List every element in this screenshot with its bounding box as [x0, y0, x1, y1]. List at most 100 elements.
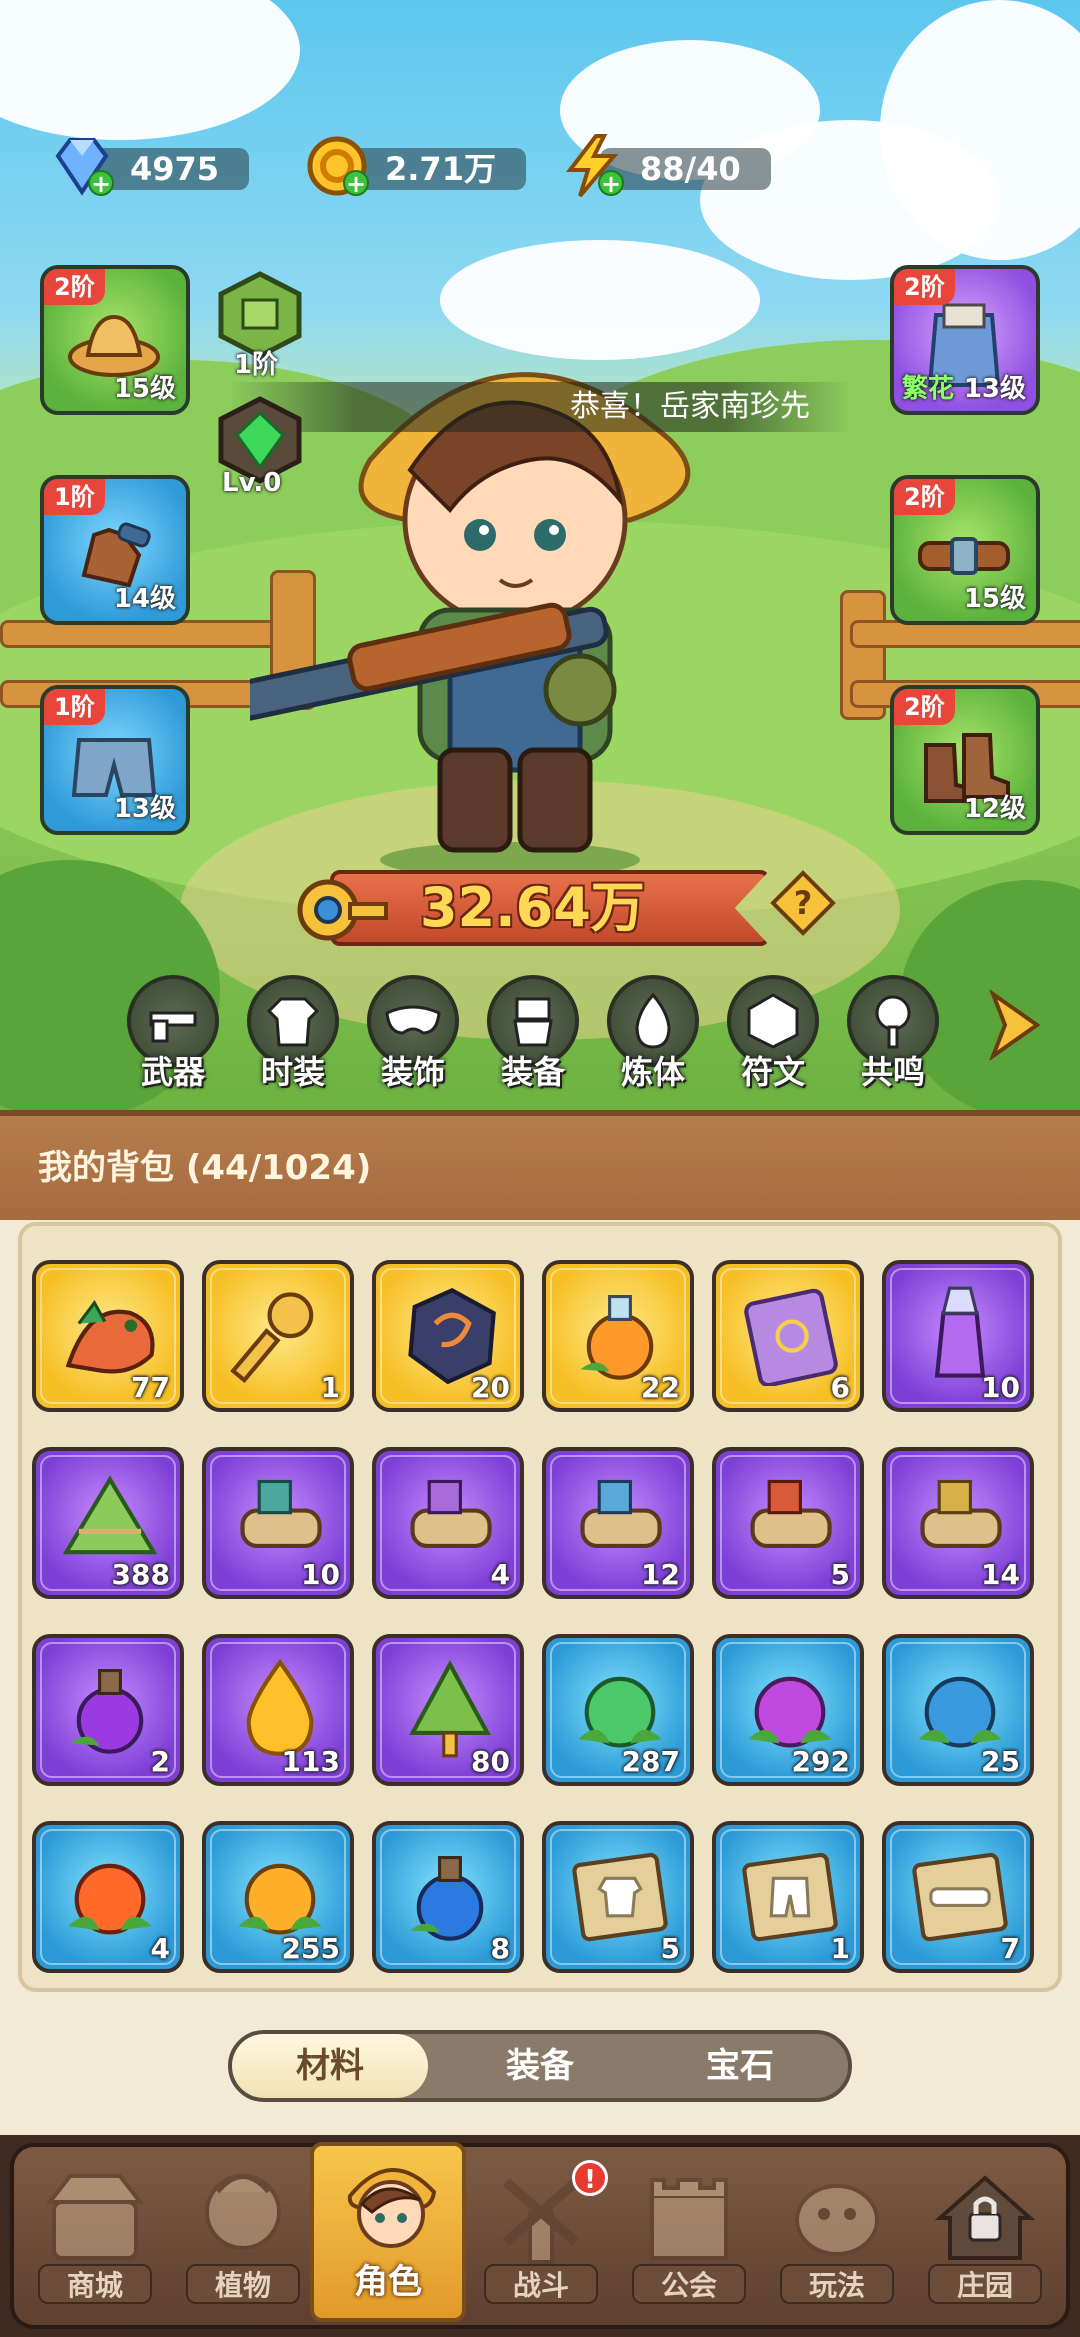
tab-gems[interactable]: 宝石: [642, 2034, 838, 2098]
bag-item[interactable]: 255: [202, 1821, 354, 1973]
nav-label: 玩法: [780, 2264, 894, 2304]
monster-icon: [795, 2184, 879, 2256]
bag-item[interactable]: 113: [202, 1634, 354, 1786]
red-scroll-icon: [750, 1479, 832, 1549]
hat-slot[interactable]: 2阶 15级: [40, 265, 190, 415]
item-count: 5: [830, 1558, 850, 1591]
bag-item[interactable]: 22: [542, 1260, 694, 1412]
tier-badge: 2阶: [894, 269, 955, 305]
locked-manor-icon: [934, 2175, 1036, 2260]
character-avatar-icon: [347, 2168, 437, 2248]
bag-item[interactable]: 10: [202, 1447, 354, 1599]
bag-item[interactable]: 1: [712, 1821, 864, 1973]
bag-item[interactable]: 8: [372, 1821, 524, 1973]
rank-label: 1阶: [234, 350, 279, 380]
item-count: 7: [1000, 1932, 1020, 1965]
plus-icon[interactable]: +: [88, 170, 114, 196]
bag-item[interactable]: 14: [882, 1447, 1034, 1599]
nav-gameplay[interactable]: 玩法: [764, 2150, 910, 2320]
energy-amount: 88/40: [600, 148, 771, 190]
nav-label: 商城: [38, 2264, 152, 2304]
level-label: 15级: [963, 584, 1026, 614]
tab-materials[interactable]: 材料: [232, 2034, 428, 2098]
nav-label: 角色: [354, 2262, 422, 2302]
item-count: 80: [471, 1745, 510, 1778]
menu-body-refining[interactable]: 炼体: [605, 975, 701, 1095]
tier-badge: 2阶: [894, 479, 955, 515]
menu-label: 武器: [140, 1053, 205, 1091]
bag-item[interactable]: 292: [712, 1634, 864, 1786]
menu-fashion[interactable]: 时装: [245, 975, 341, 1095]
tier-badge: 2阶: [44, 269, 105, 305]
gold-amount: 2.71万: [345, 148, 526, 190]
bag-item[interactable]: 7: [882, 1821, 1034, 1973]
tab-equipment[interactable]: 装备: [442, 2034, 638, 2098]
menu-label: 装备: [500, 1053, 565, 1091]
bag-item[interactable]: 20: [372, 1260, 524, 1412]
item-count: 6: [830, 1371, 850, 1404]
key-icon: [230, 1292, 314, 1384]
bag-item[interactable]: 1: [202, 1260, 354, 1412]
pants-slot[interactable]: 1阶 13级: [40, 685, 190, 835]
bag-item[interactable]: 388: [32, 1447, 184, 1599]
bag-item[interactable]: 5: [542, 1821, 694, 1973]
bag-item[interactable]: 77: [32, 1260, 184, 1412]
menu-runes[interactable]: 符文: [725, 975, 821, 1095]
item-count: 388: [111, 1558, 170, 1591]
item-count: 20: [471, 1371, 510, 1404]
item-count: 5: [660, 1932, 680, 1965]
item-count: 12: [641, 1558, 680, 1591]
item-count: 22: [641, 1371, 680, 1404]
outfit-slot[interactable]: 2阶 繁花 13级: [890, 265, 1040, 415]
item-count: 14: [981, 1558, 1020, 1591]
menu-resonance[interactable]: 共鸣: [845, 975, 941, 1095]
bag-item[interactable]: 287: [542, 1634, 694, 1786]
item-count: 10: [301, 1558, 340, 1591]
menu-decoration[interactable]: 装饰: [365, 975, 461, 1095]
tier-badge: 2阶: [894, 689, 955, 725]
bag-item[interactable]: 12: [542, 1447, 694, 1599]
nav-manor[interactable]: 庄园: [912, 2150, 1058, 2320]
menu-weapon[interactable]: 武器: [125, 975, 221, 1095]
plus-icon[interactable]: +: [598, 170, 624, 196]
bag-item[interactable]: 5: [712, 1447, 864, 1599]
fire-seed-icon: [68, 1863, 152, 1935]
nav-plants[interactable]: 植物: [170, 2150, 316, 2320]
chevron-right-icon[interactable]: [985, 990, 1045, 1060]
cloud: [0, 0, 300, 140]
castle-icon: [650, 2178, 728, 2260]
item-count: 10: [981, 1371, 1020, 1404]
bag-item[interactable]: 6: [712, 1260, 864, 1412]
plus-icon[interactable]: +: [343, 170, 369, 196]
bag-item[interactable]: 10: [882, 1260, 1034, 1412]
gloves-slot[interactable]: 1阶 14级: [40, 475, 190, 625]
belt-slot[interactable]: 2阶 15级: [890, 475, 1040, 625]
nav-shop[interactable]: 商城: [22, 2150, 168, 2320]
menu-equipment[interactable]: 装备: [485, 975, 581, 1095]
bag-item[interactable]: 80: [372, 1634, 524, 1786]
menu-label: 符文: [740, 1053, 805, 1091]
nav-label: 公会: [632, 2264, 746, 2304]
power-value: 32.64万: [420, 876, 645, 939]
bag-item[interactable]: 4: [32, 1821, 184, 1973]
item-count: 4: [150, 1932, 170, 1965]
help-icon[interactable]: ?: [770, 870, 836, 936]
bag-tabs: 材料 装备 宝石: [228, 2030, 852, 2102]
item-count: 25: [981, 1745, 1020, 1778]
bag-item[interactable]: 25: [882, 1634, 1034, 1786]
level-label: 14级: [113, 584, 176, 614]
shop-icon: [45, 2174, 145, 2260]
outfit-blueprint-icon: [572, 1852, 668, 1942]
item-count: 113: [281, 1745, 340, 1778]
item-count: 2: [150, 1745, 170, 1778]
purple-scroll-icon: [410, 1479, 492, 1549]
item-count: 4: [490, 1558, 510, 1591]
plant-icon: [205, 2174, 281, 2250]
nav-character[interactable]: 角色: [310, 2142, 466, 2322]
item-count: 8: [490, 1932, 510, 1965]
nav-label: 植物: [186, 2264, 300, 2304]
bag-item[interactable]: 4: [372, 1447, 524, 1599]
nav-guild[interactable]: 公会: [616, 2150, 762, 2320]
bag-item[interactable]: 2: [32, 1634, 184, 1786]
boots-slot[interactable]: 2阶 12级: [890, 685, 1040, 835]
